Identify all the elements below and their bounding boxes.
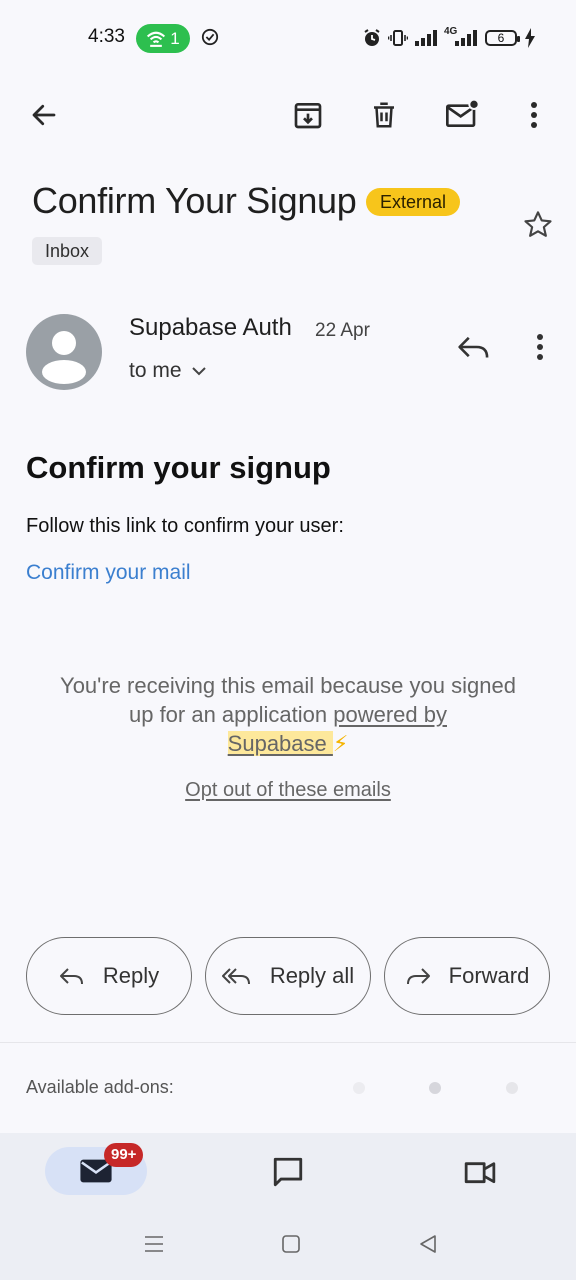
mark-unread-icon (446, 99, 480, 127)
email-body-text: Follow this link to confirm your user: (26, 515, 344, 537)
email-subject: Confirm Your Signup (32, 180, 357, 221)
reply-label: Reply (102, 963, 160, 988)
home-square-icon (282, 1235, 300, 1253)
reply-icon (59, 968, 83, 985)
divider (0, 1042, 576, 1043)
confirm-mail-link[interactable]: Confirm your mail (26, 561, 191, 585)
sender-avatar[interactable] (26, 314, 102, 390)
person-icon (42, 331, 86, 384)
wifi-hotspot-pill: 1 (136, 24, 190, 53)
opt-out-link[interactable]: Opt out of these emails (0, 779, 576, 802)
delete-icon (374, 102, 394, 128)
back-button[interactable] (24, 95, 64, 135)
chat-icon (273, 1157, 303, 1187)
charging-bolt-icon (525, 28, 535, 48)
addon-placeholder-1[interactable] (353, 1082, 365, 1094)
system-home-button[interactable] (273, 1226, 309, 1262)
wifi-count: 1 (170, 28, 180, 48)
addon-placeholder-3[interactable] (506, 1082, 518, 1094)
signal-icon-2 (455, 30, 477, 46)
reply-all-button[interactable]: Reply all (205, 937, 371, 1015)
lightning-emoji: ⚡ (332, 731, 349, 756)
forward-label: Forward (448, 963, 530, 988)
email-footer-text: You're receiving this email because you … (56, 671, 520, 758)
delete-button[interactable] (364, 95, 404, 135)
archive-button[interactable] (288, 95, 328, 135)
forward-icon (406, 968, 430, 985)
email-date: 22 Apr (315, 320, 370, 341)
menu-lines-icon (145, 1236, 163, 1252)
inbox-label-chip[interactable]: Inbox (32, 237, 103, 265)
unread-count-badge: 99+ (104, 1143, 144, 1167)
vibrate-icon (388, 30, 408, 46)
reply-all-icon (221, 968, 250, 985)
wifi-icon (147, 31, 166, 47)
message-more-button[interactable] (520, 327, 560, 367)
reply-icon (458, 336, 489, 358)
nav-chat[interactable] (266, 1150, 310, 1194)
back-arrow-icon (32, 104, 56, 126)
signal-icon (415, 30, 437, 46)
back-triangle-icon (420, 1235, 436, 1253)
archive-icon (294, 102, 322, 129)
forward-button[interactable]: Forward (384, 937, 550, 1015)
battery-indicator: 6 (485, 30, 520, 46)
system-recents-button[interactable] (136, 1226, 172, 1262)
recipient-label: to me (129, 359, 182, 382)
check-circle-icon (201, 28, 219, 46)
quick-reply-button[interactable] (453, 327, 495, 367)
status-time: 4:33 (88, 26, 125, 47)
footer-text-part: You're receiving this email because you … (60, 673, 516, 727)
email-heading: Confirm your signup (26, 450, 331, 485)
sender-name[interactable]: Supabase Auth (129, 314, 292, 342)
alarm-icon (364, 29, 380, 46)
more-vert-icon (531, 102, 537, 128)
supabase-link[interactable]: Supabase (227, 731, 333, 756)
addon-placeholder-2[interactable] (429, 1082, 441, 1094)
reply-button[interactable]: Reply (26, 937, 192, 1015)
more-vert-icon (537, 334, 543, 360)
star-button[interactable] (518, 205, 558, 245)
more-options-button[interactable] (514, 95, 554, 135)
reply-all-label: Reply all (269, 963, 355, 988)
addons-label: Available add-ons: (26, 1077, 174, 1097)
external-badge: External (366, 188, 461, 216)
star-icon (524, 211, 552, 237)
chevron-down-icon (191, 367, 206, 376)
mark-unread-button[interactable] (441, 95, 483, 135)
nav-meet[interactable] (458, 1150, 502, 1194)
system-back-button[interactable] (410, 1226, 446, 1262)
powered-by-link[interactable]: powered by (333, 702, 447, 727)
video-camera-icon (464, 1162, 496, 1184)
opt-out-label[interactable]: Opt out of these emails (185, 779, 391, 801)
recipient-toggle[interactable]: to me (129, 359, 208, 383)
